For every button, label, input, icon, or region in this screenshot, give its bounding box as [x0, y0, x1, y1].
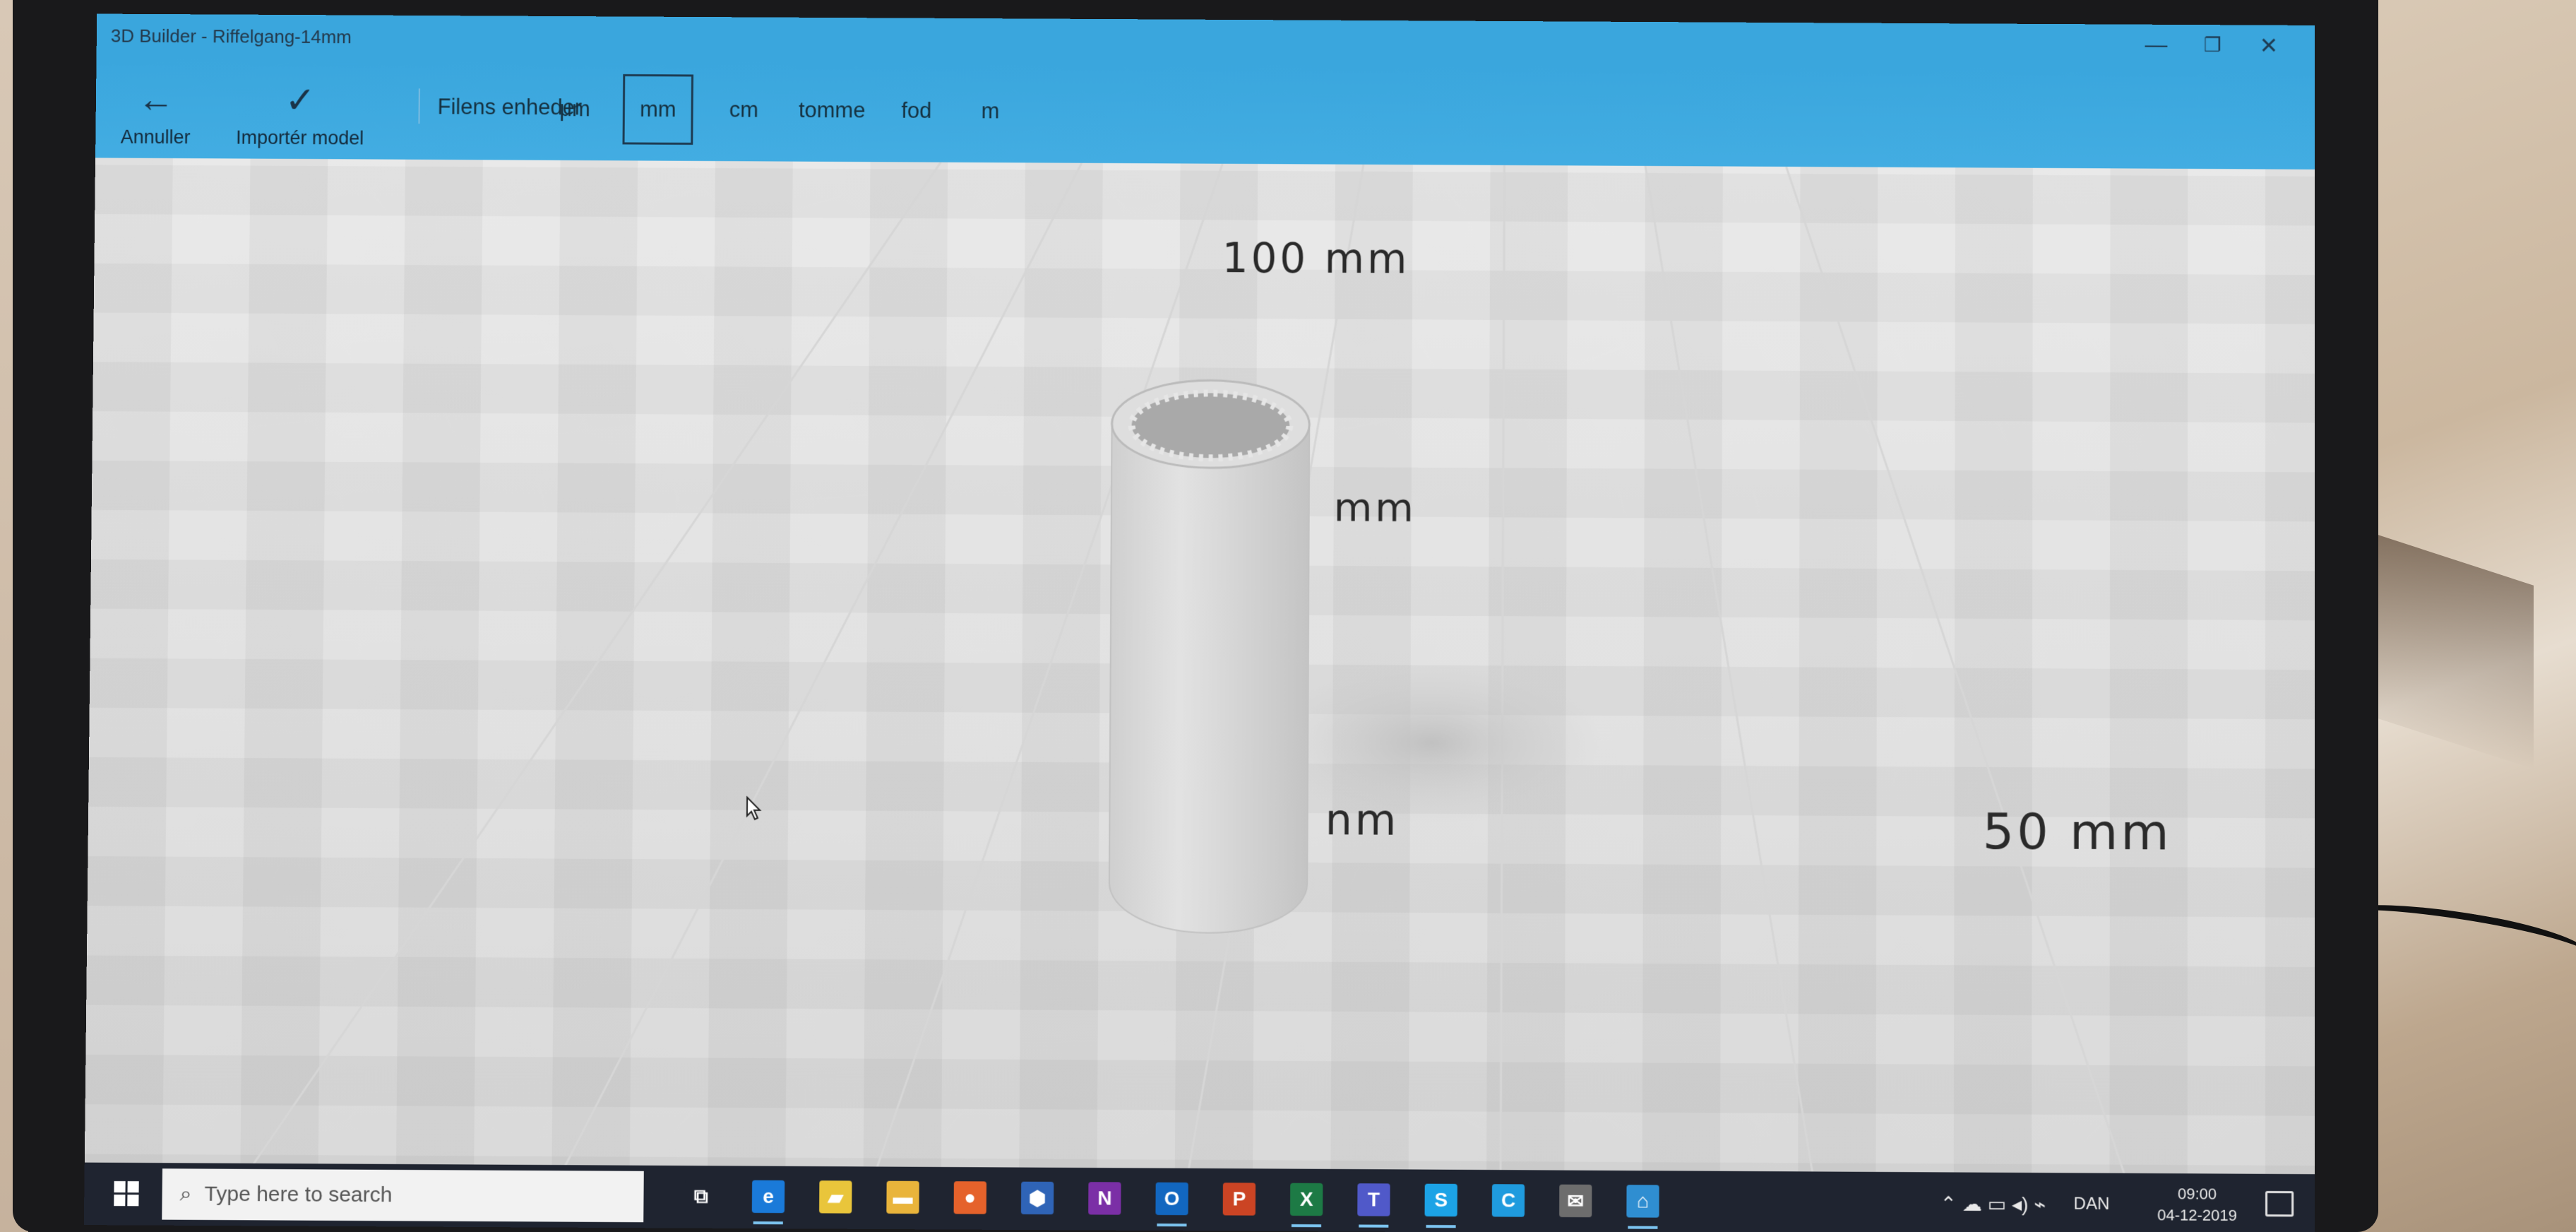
cylinder-body — [1109, 424, 1310, 934]
cancel-label: Annuller — [120, 126, 191, 148]
dimension-label-middle: mm — [1333, 485, 1417, 531]
mail-icon: ✉ — [1559, 1184, 1592, 1218]
taskbar-app-skype[interactable]: S — [1419, 1180, 1462, 1221]
cancel-button[interactable]: ← Annuller — [109, 78, 202, 148]
3d-builder-icon: ⌂ — [1626, 1185, 1659, 1218]
file-explorer-icon: ▬ — [886, 1180, 919, 1214]
sticky-notes-icon: ▰ — [819, 1180, 852, 1214]
skype-icon: S — [1424, 1183, 1457, 1217]
task-view-icon: ⧉ — [684, 1180, 717, 1213]
laptop-bezel: 3D Builder - Riffelgang-14mm — ❐ ✕ ← Ann… — [13, 0, 2378, 1232]
unit-option-micrometer[interactable]: μm — [547, 73, 604, 144]
maximize-button[interactable]: ❐ — [2188, 33, 2237, 57]
screen: 3D Builder - Riffelgang-14mm — ❐ ✕ ← Ann… — [83, 13, 2315, 1232]
teams-icon: T — [1357, 1183, 1390, 1216]
taskbar-app-sticky-notes[interactable]: ▰ — [813, 1176, 858, 1218]
taskbar-app-file-explorer[interactable]: ▬ — [881, 1177, 925, 1219]
minimize-button[interactable]: — — [2132, 32, 2181, 58]
back-arrow-icon: ← — [137, 79, 174, 121]
taskbar-app-task-view[interactable]: ⧉ — [679, 1175, 723, 1217]
taskbar-app-mail[interactable]: ✉ — [1554, 1180, 1597, 1222]
action-center-icon[interactable] — [2265, 1190, 2294, 1217]
import-model-button[interactable]: ✓ Importér model — [201, 79, 399, 150]
taskbar-app-edge[interactable]: e — [746, 1176, 791, 1218]
taskbar: ⌕ Type here to search ⧉ e ▰ ▬ ● ⬢ N O P X T S C ✉ ⌂ ⌃ … — [83, 1162, 2315, 1232]
cortana-app-icon: C — [1491, 1184, 1525, 1217]
windows-logo-icon — [114, 1180, 139, 1207]
3d-viewport[interactable]: 100 mm mm nm 50 mm — [84, 158, 2315, 1216]
close-button[interactable]: ✕ — [2244, 32, 2294, 59]
taskbar-app-onenote[interactable]: N — [1083, 1178, 1127, 1219]
taskbar-app-teams[interactable]: T — [1352, 1179, 1395, 1221]
taskbar-app-teams-shortcut[interactable]: ⬢ — [1015, 1178, 1060, 1219]
powerpoint-icon: P — [1222, 1183, 1256, 1216]
taskbar-app-outlook[interactable]: O — [1150, 1178, 1193, 1220]
command-separator — [418, 88, 420, 124]
edge-icon: e — [751, 1180, 785, 1214]
onenote-icon: N — [1088, 1182, 1121, 1215]
excel-icon: X — [1289, 1183, 1323, 1216]
taskbar-app-firefox[interactable]: ● — [948, 1177, 993, 1219]
window-title: 3D Builder - Riffelgang-14mm — [110, 25, 352, 48]
firefox-icon: ● — [953, 1181, 987, 1214]
search-icon: ⌕ — [179, 1182, 192, 1206]
clock-time: 09:00 — [2177, 1185, 2217, 1203]
input-language[interactable]: DAN — [2074, 1173, 2110, 1232]
dimension-label-top: 100 mm — [1222, 234, 1410, 283]
mouse-cursor-icon — [746, 796, 763, 822]
start-button[interactable] — [98, 1175, 155, 1213]
model-shadow — [1261, 661, 1602, 826]
unit-option-foot[interactable]: fod — [888, 76, 945, 146]
taskbar-search-box[interactable]: ⌕ Type here to search — [162, 1168, 644, 1223]
unit-option-centimeter[interactable]: cm — [715, 75, 773, 146]
taskbar-app-excel[interactable]: X — [1284, 1179, 1328, 1221]
unit-option-meter[interactable]: m — [962, 76, 1018, 146]
unit-option-millimeter[interactable]: mm — [622, 73, 694, 145]
outlook-icon: O — [1155, 1182, 1188, 1216]
unit-option-inch[interactable]: tomme — [782, 75, 881, 146]
taskbar-app-3d-builder[interactable]: ⌂ — [1621, 1180, 1664, 1222]
teams-shortcut-icon: ⬢ — [1020, 1181, 1054, 1215]
dimension-label-right: 50 mm — [1982, 802, 2172, 862]
dimension-label-lower: nm — [1325, 795, 1400, 846]
clock[interactable]: 09:00 04-12-2019 — [2157, 1173, 2237, 1232]
viewport-scene — [84, 158, 2315, 1215]
search-placeholder: Type here to search — [204, 1182, 393, 1207]
import-model-label: Importér model — [235, 126, 364, 149]
taskbar-app-powerpoint[interactable]: P — [1217, 1178, 1261, 1220]
system-tray-icons[interactable]: ⌃ ☁ ▭ ◂) ⌁ — [1940, 1172, 2046, 1232]
taskbar-app-cortana-app[interactable]: C — [1486, 1180, 1530, 1221]
checkmark-icon: ✓ — [285, 80, 316, 122]
clock-date: 04-12-2019 — [2157, 1206, 2237, 1224]
